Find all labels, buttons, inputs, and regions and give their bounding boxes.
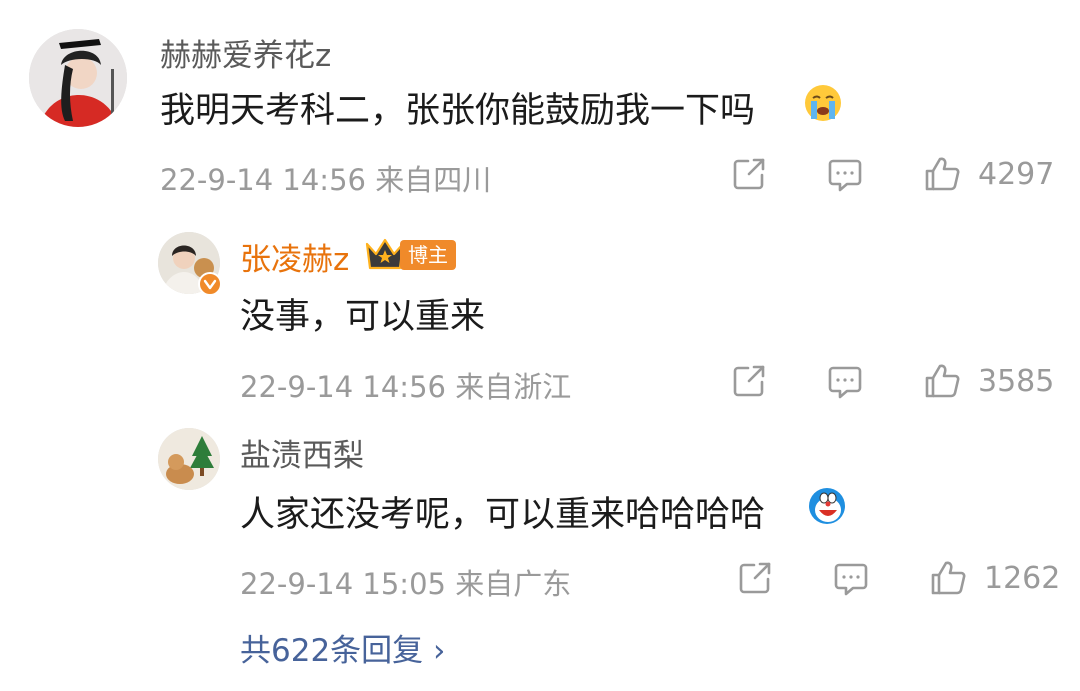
verified-badge-icon [198, 272, 222, 296]
crying-face-icon [803, 83, 843, 123]
comment-username[interactable]: 赫赫爱养花z [160, 30, 331, 75]
comment-icon[interactable] [832, 560, 870, 598]
comment-meta: 22-9-14 14:56 来自四川 [160, 163, 492, 197]
share-icon[interactable] [736, 559, 774, 597]
user-photo [158, 428, 220, 490]
like-icon[interactable] [922, 154, 962, 194]
avatar[interactable] [158, 428, 220, 490]
reply-text: 没事，可以重来 [240, 297, 486, 337]
user-photo [29, 29, 127, 127]
avatar[interactable] [29, 29, 127, 127]
like-icon[interactable] [928, 558, 968, 598]
comment-text: 我明天考科二，张张你能鼓励我一下吗 [160, 91, 756, 131]
like-count: 1262 [984, 561, 1061, 596]
view-more-replies-link[interactable]: 共622条回复 › [240, 625, 445, 670]
reply-text: 人家还没考呢，可以重来哈哈哈哈 [240, 495, 766, 535]
author-badge: 博主 [400, 240, 456, 270]
reply-meta: 22-9-14 14:56 来自浙江 [240, 370, 572, 404]
share-icon[interactable] [730, 155, 768, 193]
comment-icon[interactable] [826, 156, 864, 194]
doraemon-laughing-icon [806, 486, 848, 526]
comment-icon[interactable] [826, 363, 864, 401]
share-icon[interactable] [730, 362, 768, 400]
reply-username[interactable]: 张凌赫z [240, 234, 349, 279]
reply-username[interactable]: 盐渍西梨 [240, 430, 364, 475]
like-count: 3585 [978, 364, 1055, 399]
like-count: 4297 [978, 157, 1055, 192]
like-icon[interactable] [922, 361, 962, 401]
reply-meta: 22-9-14 15:05 来自广东 [240, 567, 572, 601]
author-badge-label: 博主 [408, 243, 448, 267]
